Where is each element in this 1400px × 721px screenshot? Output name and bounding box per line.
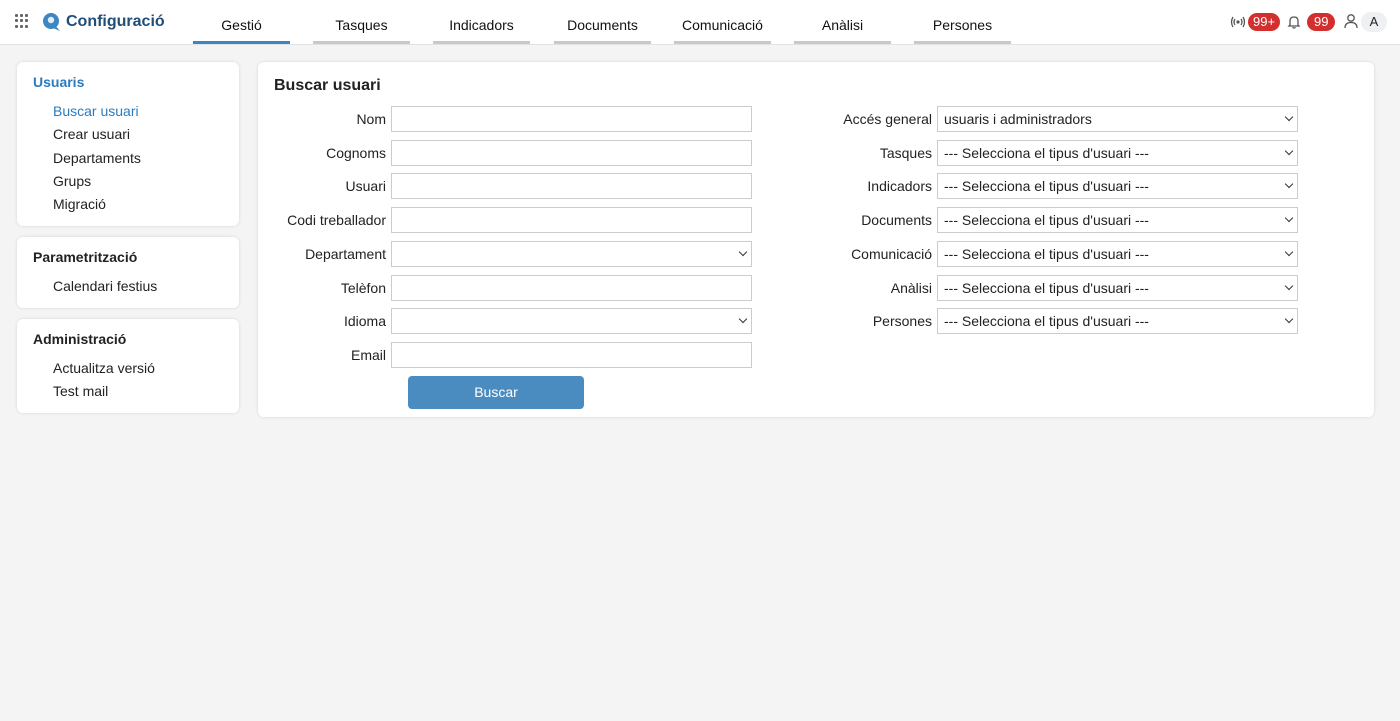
email-input[interactable]	[391, 342, 752, 368]
sidebar-item-test-mail[interactable]: Test mail	[53, 383, 108, 399]
broadcast-icon	[1230, 16, 1246, 28]
field-label-email: Email	[350, 347, 386, 363]
comunicacio-select-value: --- Selecciona el tipus d'usuari ---	[944, 246, 1149, 262]
usuari-input[interactable]	[391, 173, 752, 199]
comunicacio-select[interactable]: --- Selecciona el tipus d'usuari ---	[937, 241, 1298, 267]
analisi-select-value: --- Selecciona el tipus d'usuari ---	[944, 280, 1149, 296]
tab-tasques[interactable]: Tasques	[313, 0, 410, 44]
field-label-telefon: Telèfon	[340, 280, 386, 296]
cognoms-input[interactable]	[391, 140, 752, 166]
app-title: Configuració	[66, 13, 165, 30]
broadcast-button[interactable]: 99+	[1230, 12, 1281, 32]
acces-general-select-value: usuaris i administradors	[944, 111, 1092, 127]
chevron-down-icon	[1284, 213, 1294, 223]
sidebar-item-calendari-festius[interactable]: Calendari festius	[53, 278, 157, 294]
notifications-button[interactable]: 99	[1287, 12, 1336, 32]
field-label-idioma: Idioma	[343, 313, 386, 329]
persones-select[interactable]: --- Selecciona el tipus d'usuari ---	[937, 308, 1298, 334]
chevron-down-icon	[1284, 314, 1294, 324]
idioma-select[interactable]	[391, 308, 752, 334]
sidebar-item-grups[interactable]: Grups	[53, 173, 91, 189]
departament-select[interactable]	[391, 241, 752, 267]
field-label-tasques: Tasques	[879, 145, 932, 161]
sidebar-item-migracio[interactable]: Migració	[53, 196, 106, 212]
tasques-select-value: --- Selecciona el tipus d'usuari ---	[944, 145, 1149, 161]
field-label-documents: Documents	[861, 212, 932, 228]
sidebar-section-usuaris: Usuaris Buscar usuari Crear usuari Depar…	[17, 62, 239, 226]
field-label-acces-general: Accés general	[843, 111, 932, 127]
chevron-down-icon	[1284, 247, 1294, 257]
field-label-usuari: Usuari	[345, 178, 386, 194]
codi-treballador-input[interactable]	[391, 207, 752, 233]
tab-gestio[interactable]: Gestió	[193, 0, 290, 44]
search-button[interactable]: Buscar	[408, 376, 584, 409]
documents-select[interactable]: --- Selecciona el tipus d'usuari ---	[937, 207, 1298, 233]
field-label-departament: Departament	[305, 246, 386, 262]
broadcast-badge: 99+	[1248, 13, 1281, 31]
tab-comunicacio[interactable]: Comunicació	[674, 0, 771, 44]
search-user-panel: Buscar usuari Nom Cognoms Usuari Codi tr…	[258, 62, 1374, 417]
tab-indicadors[interactable]: Indicadors	[433, 0, 530, 44]
tab-analisi[interactable]: Anàlisi	[794, 0, 891, 44]
sidebar-section-administracio: Administració Actualitza versió Test mai…	[17, 319, 239, 413]
tab-persones[interactable]: Persones	[914, 0, 1011, 44]
field-label-nom: Nom	[356, 111, 386, 127]
indicadors-select[interactable]: --- Selecciona el tipus d'usuari ---	[937, 173, 1298, 199]
nom-input[interactable]	[391, 106, 752, 132]
analisi-select[interactable]: --- Selecciona el tipus d'usuari ---	[937, 275, 1298, 301]
chevron-down-icon	[1284, 146, 1294, 156]
page-title: Buscar usuari	[274, 77, 381, 94]
section-title-usuaris: Usuaris	[33, 74, 85, 90]
avatar[interactable]: A	[1361, 12, 1387, 32]
acces-general-select[interactable]: usuaris i administradors	[937, 106, 1298, 132]
sidebar-item-departaments[interactable]: Departaments	[53, 150, 141, 166]
field-label-comunicacio: Comunicació	[851, 246, 932, 262]
indicadors-select-value: --- Selecciona el tipus d'usuari ---	[944, 178, 1149, 194]
tasques-select[interactable]: --- Selecciona el tipus d'usuari ---	[937, 140, 1298, 166]
field-label-codi-treballador: Codi treballador	[287, 212, 386, 228]
sidebar-item-crear-usuari[interactable]: Crear usuari	[53, 126, 130, 142]
sidebar-section-parametritzacio: Parametrització Calendari festius	[17, 237, 239, 308]
field-label-persones: Persones	[872, 313, 932, 329]
tab-documents[interactable]: Documents	[554, 0, 651, 44]
chevron-down-icon	[1284, 112, 1294, 122]
apps-icon[interactable]	[15, 14, 29, 28]
sidebar-item-actualitza-versio[interactable]: Actualitza versió	[53, 360, 155, 376]
field-label-cognoms: Cognoms	[326, 145, 386, 161]
sidebar-item-buscar-usuari[interactable]: Buscar usuari	[53, 103, 139, 119]
field-label-indicadors: Indicadors	[867, 178, 932, 194]
logo-icon	[43, 13, 60, 31]
section-title-parametritzacio: Parametrització	[33, 249, 138, 265]
notifications-badge: 99	[1307, 13, 1336, 31]
telefon-input[interactable]	[391, 275, 752, 301]
chevron-down-icon	[1284, 179, 1294, 189]
documents-select-value: --- Selecciona el tipus d'usuari ---	[944, 212, 1149, 228]
persones-select-value: --- Selecciona el tipus d'usuari ---	[944, 313, 1149, 329]
chevron-down-icon	[738, 247, 748, 257]
chevron-down-icon	[1284, 281, 1294, 291]
user-icon[interactable]	[1343, 13, 1359, 29]
section-title-administracio: Administració	[33, 331, 127, 347]
field-label-analisi: Anàlisi	[890, 280, 932, 296]
top-bar: Configuració Gestió Tasques Indicadors D…	[0, 0, 1400, 45]
chevron-down-icon	[738, 314, 748, 324]
bell-icon	[1287, 16, 1301, 29]
